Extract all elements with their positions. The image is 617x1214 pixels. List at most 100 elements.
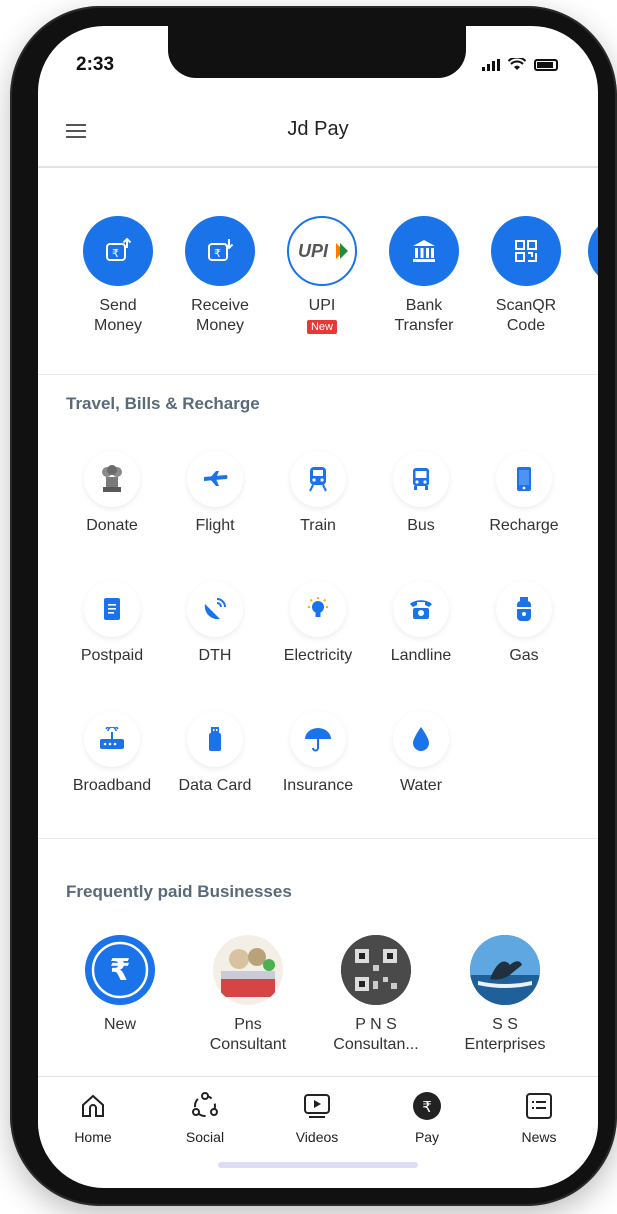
rupee-icon: ₹	[85, 935, 155, 1005]
page-title: Jd Pay	[287, 118, 349, 140]
usb-icon	[187, 711, 243, 767]
divider	[38, 838, 598, 839]
nav-home[interactable]: Home	[48, 1089, 138, 1145]
home-indicator	[218, 1162, 418, 1168]
notch	[168, 26, 466, 78]
router-icon	[84, 711, 140, 767]
donate-label: Donate	[86, 517, 138, 534]
dth-item[interactable]: DTH	[163, 581, 267, 665]
gas-cylinder-icon	[496, 581, 552, 637]
train-icon	[290, 451, 346, 507]
train-label: Train	[300, 517, 336, 534]
signal-icon	[482, 58, 500, 71]
travel-section-title: Travel, Bills & Recharge	[66, 394, 260, 413]
bill-icon	[84, 581, 140, 637]
nav-news-label: News	[521, 1129, 557, 1145]
receive-money-button[interactable]: ₹ Receive Money	[170, 216, 270, 336]
partial-action-button[interactable]: CBa	[573, 216, 598, 336]
new-badge: New	[306, 320, 337, 334]
receive-money-label-1: Receive	[191, 297, 249, 314]
electricity-item[interactable]: Electricity	[266, 581, 370, 665]
gas-item[interactable]: Gas	[472, 581, 576, 665]
business-item[interactable]: P N S Consultan...	[311, 935, 441, 1055]
social-icon	[188, 1089, 222, 1123]
bulb-icon	[290, 581, 346, 637]
status-icons	[482, 58, 558, 71]
landline-item[interactable]: Landline	[369, 581, 473, 665]
airplane-icon	[187, 451, 243, 507]
broadband-item[interactable]: Broadband	[60, 711, 164, 795]
nav-videos[interactable]: Videos	[272, 1089, 362, 1145]
video-play-icon	[300, 1089, 334, 1123]
business-item[interactable]: S S Enterprises	[440, 935, 570, 1055]
receive-money-icon: ₹	[185, 216, 255, 286]
business-label-1: P N S	[355, 1016, 397, 1033]
divider	[38, 374, 598, 375]
home-icon	[76, 1089, 110, 1123]
dth-label: DTH	[198, 647, 232, 664]
phone-frame: 2:33 Jd Pay ₹ Send Money ₹ Receive Money…	[10, 6, 617, 1206]
bus-item[interactable]: Bus	[369, 451, 473, 535]
recharge-label: Recharge	[489, 517, 559, 534]
postpaid-item[interactable]: Postpaid	[60, 581, 164, 665]
bus-label: Bus	[407, 517, 435, 534]
send-money-icon: ₹	[83, 216, 153, 286]
train-item[interactable]: Train	[266, 451, 370, 535]
business-label-2: Consultant	[209, 1036, 287, 1053]
water-label: Water	[399, 777, 443, 794]
business-item[interactable]: Pns Consultant	[183, 935, 313, 1055]
svg-text:₹: ₹	[214, 247, 221, 260]
bank-transfer-button[interactable]: Bank Transfer	[374, 216, 474, 336]
emblem-icon	[84, 451, 140, 507]
nav-news[interactable]: News	[494, 1089, 584, 1145]
nav-social[interactable]: Social	[160, 1089, 250, 1145]
insurance-label: Insurance	[282, 777, 354, 794]
bank-transfer-label-1: Bank	[405, 297, 443, 314]
quick-actions-row: ₹ Send Money ₹ Receive Money UPI UPI New	[38, 216, 598, 356]
umbrella-icon	[290, 711, 346, 767]
data-card-label: Data Card	[178, 777, 252, 794]
nav-pay[interactable]: ₹ Pay	[382, 1089, 472, 1145]
scan-qr-button[interactable]: ScanQR Code	[476, 216, 576, 336]
send-money-label-1: Send	[99, 297, 137, 314]
nav-pay-label: Pay	[414, 1129, 440, 1145]
landline-label: Landline	[390, 647, 452, 664]
scan-qr-label-2: Code	[506, 317, 546, 334]
water-drop-icon	[393, 711, 449, 767]
qr-avatar	[341, 935, 411, 1005]
mobile-icon	[496, 451, 552, 507]
business-label-1: S S	[492, 1016, 518, 1033]
qr-code-icon	[491, 216, 561, 286]
electricity-label: Electricity	[283, 647, 353, 664]
svg-text:₹: ₹	[112, 247, 119, 260]
business-label-2: Consultan...	[333, 1036, 419, 1053]
flight-label: Flight	[195, 517, 235, 534]
business-new-button[interactable]: ₹ New	[55, 935, 185, 1035]
postpaid-label: Postpaid	[80, 647, 144, 664]
wifi-icon	[508, 58, 526, 70]
recharge-item[interactable]: Recharge	[472, 451, 576, 535]
svg-text:UPI: UPI	[298, 241, 329, 261]
business-label-1: Pns	[234, 1016, 262, 1033]
insurance-item[interactable]: Insurance	[266, 711, 370, 795]
broadband-label: Broadband	[72, 777, 152, 794]
rupee-pay-icon: ₹	[410, 1089, 444, 1123]
send-money-button[interactable]: ₹ Send Money	[68, 216, 168, 336]
send-money-label-2: Money	[93, 317, 143, 334]
nav-social-label: Social	[185, 1129, 225, 1145]
bottom-navigation: Home Social Videos ₹ Pay News	[38, 1076, 598, 1156]
upi-button[interactable]: UPI UPI New	[272, 216, 372, 336]
water-item[interactable]: Water	[369, 711, 473, 795]
data-card-item[interactable]: Data Card	[163, 711, 267, 795]
app-header: Jd Pay	[38, 96, 598, 168]
bus-icon	[393, 451, 449, 507]
bank-transfer-label-2: Transfer	[394, 317, 454, 334]
nav-home-label: Home	[74, 1129, 112, 1145]
flight-item[interactable]: Flight	[163, 451, 267, 535]
upi-logo: UPI	[287, 216, 357, 286]
donate-item[interactable]: Donate	[60, 451, 164, 535]
nav-videos-label: Videos	[295, 1129, 339, 1145]
satellite-dish-icon	[187, 581, 243, 637]
partial-icon	[588, 216, 598, 286]
business-label-2: Enterprises	[464, 1036, 546, 1053]
